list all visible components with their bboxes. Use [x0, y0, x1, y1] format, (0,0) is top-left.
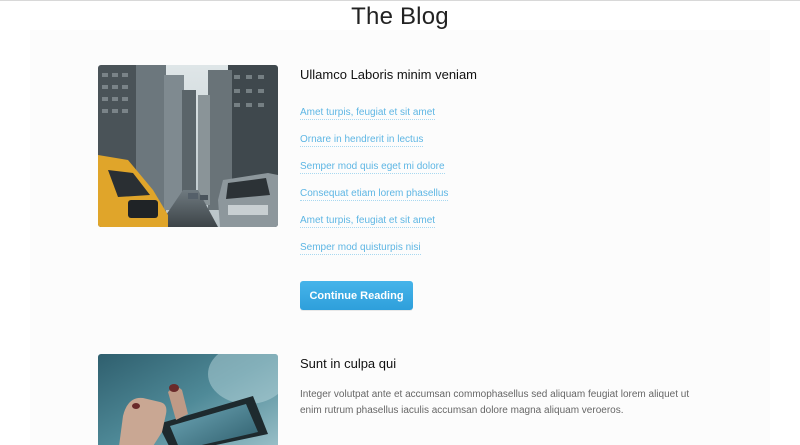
post-link[interactable]: Ornare in hendrerit in lectus — [300, 134, 424, 147]
post-image-camera-hand[interactable] — [98, 354, 278, 445]
post-title[interactable]: Sunt in culpa qui — [300, 354, 700, 372]
post-link[interactable]: Consequat etiam lorem phasellus — [300, 188, 449, 201]
post-link-list: Amet turpis, feugiat et sit amet Ornare … — [300, 104, 449, 266]
post-title[interactable]: Ullamco Laboris minim veniam — [300, 65, 700, 83]
post-excerpt: Integer volutpat ante et accumsan commop… — [300, 389, 690, 416]
camera-hand-photo — [98, 354, 278, 445]
post-image-city-street[interactable] — [98, 65, 278, 227]
list-item: Semper mod quisturpis nisi — [300, 239, 448, 266]
list-item: Amet turpis, feugiat et sit amet — [300, 104, 448, 131]
top-divider — [0, 0, 800, 1]
page-title: The Blog — [351, 3, 449, 30]
post-link[interactable]: Amet turpis, feugiat et sit amet — [300, 107, 436, 120]
list-item: Consequat etiam lorem phasellus — [300, 185, 449, 212]
list-item: Ornare in hendrerit in lectus — [300, 131, 448, 158]
list-item: Amet turpis, feugiat et sit amet — [300, 212, 448, 239]
post-body: Sunt in culpa qui Integer volutpat ante … — [300, 354, 700, 416]
blog-page: The Blog Ullamco Laboris minim veniam Am… — [0, 0, 800, 445]
continue-reading-button[interactable]: Continue Reading — [300, 281, 413, 310]
post-body: Ullamco Laboris minim veniam Amet turpis… — [300, 65, 700, 310]
post-link[interactable]: Semper mod quisturpis nisi — [300, 242, 421, 255]
post-link[interactable]: Semper mod quis eget mi dolore — [300, 161, 445, 174]
post-link[interactable]: Amet turpis, feugiat et sit amet — [300, 215, 436, 228]
city-street-photo — [98, 65, 278, 227]
list-item: Semper mod quis eget mi dolore — [300, 158, 448, 185]
